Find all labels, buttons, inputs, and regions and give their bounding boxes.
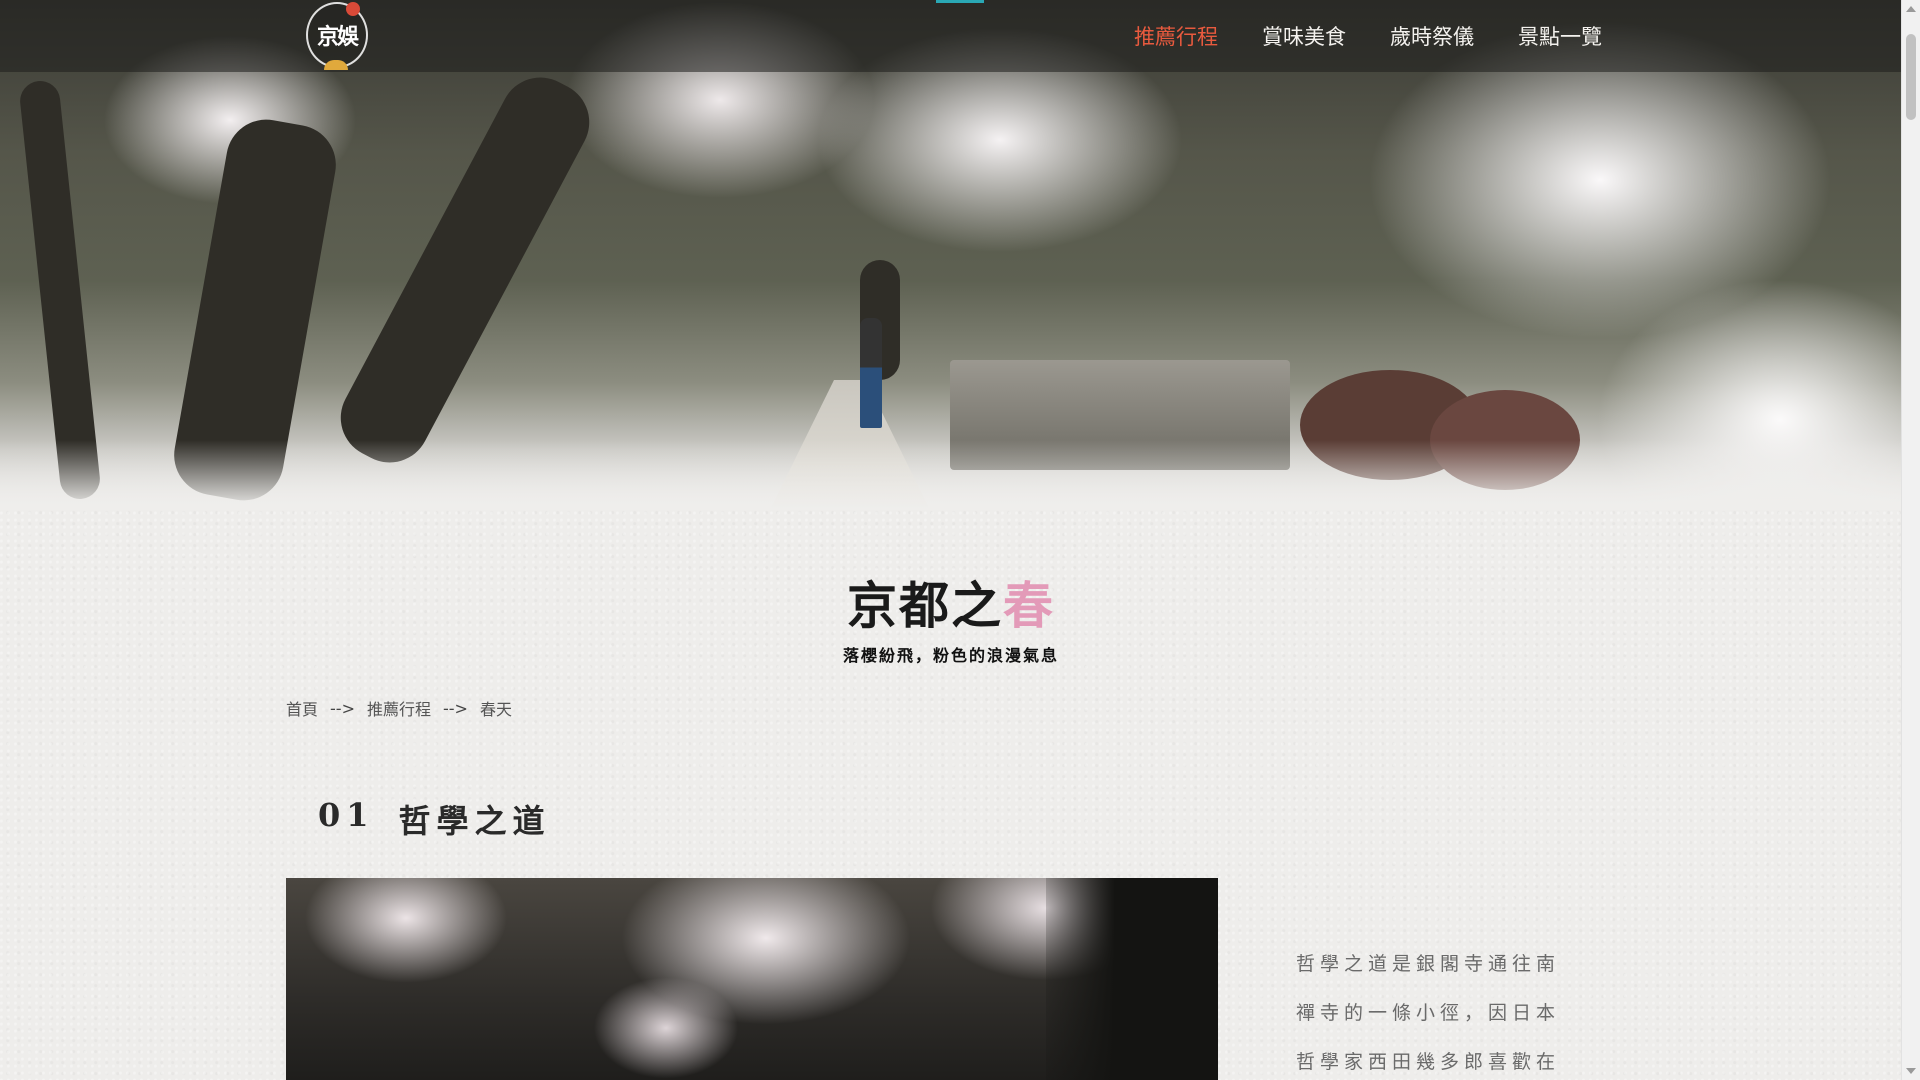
hero-image [0,0,1902,510]
page-title-main: 京都之 [847,576,1003,635]
logo-text: 京娛 [316,24,359,50]
section-photo [286,878,1218,1080]
walking-person [860,318,882,428]
nav-link-attractions[interactable]: 景點一覽 [1518,21,1602,51]
breadcrumb-separator: --> [442,698,468,718]
section-number: 01 [318,796,375,834]
page-title-accent: 春 [1003,576,1055,635]
page-scrollbar[interactable] [1901,0,1920,1080]
fan-icon [324,60,348,70]
section-description: 哲學之道是銀閣寺通往南禪寺的一條小徑，因日本哲學家西田幾多郎喜歡在 [1296,953,1561,1073]
page-subtitle: 落櫻紛飛，粉色的浪漫氣息 [842,646,1059,665]
section-heading: 01 哲學之道 [318,796,551,842]
nav-accent-bar [936,0,984,3]
hero-fade [0,440,1902,510]
breadcrumb-home[interactable]: 首頁 [286,696,318,720]
top-navbar: 京娛 推薦行程 賞味美食 歲時祭儀 景點一覽 [0,0,1902,72]
section-name: 哲學之道 [398,802,551,840]
tree-trunk [18,79,102,501]
nav-link-festivals[interactable]: 歲時祭儀 [1390,21,1474,51]
scroll-down-icon[interactable] [1906,1068,1916,1074]
nav-links: 推薦行程 賞味美食 歲時祭儀 景點一覽 [1090,0,1602,72]
site-logo[interactable]: 京娛 [306,2,368,70]
nav-link-food[interactable]: 賞味美食 [1262,21,1346,51]
scroll-up-icon[interactable] [1906,6,1916,12]
nav-link-itinerary[interactable]: 推薦行程 [1134,21,1218,51]
scroll-thumb[interactable] [1906,34,1916,120]
page-title: 京都之春 [0,566,1902,638]
breadcrumb-separator: --> [330,698,355,718]
breadcrumb-itinerary[interactable]: 推薦行程 [367,696,431,720]
seal-icon [346,2,360,16]
tree-trunk [326,63,604,477]
breadcrumb: 首頁 --> 推薦行程 --> 春天 [286,696,512,720]
breadcrumb-current: 春天 [479,700,512,719]
tree-trunk [1046,878,1218,1080]
